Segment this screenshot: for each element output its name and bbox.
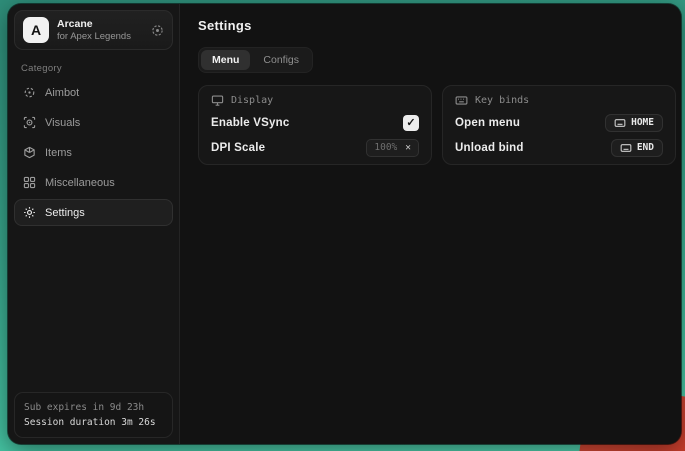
sidebar-item-label: Miscellaneous xyxy=(45,177,115,189)
app-window: A Arcane for Apex Legends Category Aimbo… xyxy=(8,4,681,444)
clear-icon[interactable]: ✕ xyxy=(405,142,411,153)
app-header-card: A Arcane for Apex Legends xyxy=(14,10,173,50)
sidebar: A Arcane for Apex Legends Category Aimbo… xyxy=(8,4,180,444)
vsync-label: Enable VSync xyxy=(211,117,289,129)
display-card-title: Display xyxy=(231,95,273,106)
grid-icon xyxy=(23,176,36,189)
crosshair-icon xyxy=(23,86,36,99)
dpi-scale-value: 100% xyxy=(374,142,397,153)
vsync-checkbox[interactable]: ✓ xyxy=(403,115,419,131)
open-menu-row: Open menu HOME xyxy=(455,113,663,132)
dpi-row: DPI Scale 100% ✕ xyxy=(211,138,419,157)
display-card-header: Display xyxy=(211,94,419,107)
app-logo: A xyxy=(23,17,49,43)
tab-menu[interactable]: Menu xyxy=(201,50,250,70)
crosshair-circle-icon[interactable] xyxy=(151,24,164,37)
tab-configs[interactable]: Configs xyxy=(252,50,310,70)
sub-expiry-text: Sub expires in 9d 23h xyxy=(24,400,163,415)
sidebar-item-label: Aimbot xyxy=(45,87,79,99)
keyboard-icon xyxy=(455,94,468,107)
app-title: Arcane xyxy=(57,18,131,31)
session-duration-text: Session duration 3m 26s xyxy=(24,415,163,430)
vsync-row: Enable VSync ✓ xyxy=(211,113,419,132)
sidebar-item-settings[interactable]: Settings xyxy=(14,199,173,226)
cube-icon xyxy=(23,146,36,159)
keybinds-card-title: Key binds xyxy=(475,95,529,106)
gear-icon xyxy=(23,206,36,219)
dpi-label: DPI Scale xyxy=(211,142,265,154)
keyboard-icon xyxy=(614,118,626,128)
unload-bind-value: END xyxy=(637,142,654,153)
sidebar-item-label: Settings xyxy=(45,207,85,219)
sidebar-item-miscellaneous[interactable]: Miscellaneous xyxy=(14,169,173,196)
category-nav: Aimbot Visuals Items xyxy=(14,79,173,226)
page-title: Settings xyxy=(198,18,676,33)
monitor-icon xyxy=(211,94,224,107)
display-card: Display Enable VSync ✓ DPI Scale 100% ✕ xyxy=(198,85,432,165)
dpi-scale-input[interactable]: 100% ✕ xyxy=(366,139,419,157)
app-subtitle: for Apex Legends xyxy=(57,31,131,43)
sidebar-item-items[interactable]: Items xyxy=(14,139,173,166)
sidebar-item-label: Visuals xyxy=(45,117,80,129)
keybinds-card: Key binds Open menu HOME Unload bind xyxy=(442,85,676,165)
keybinds-card-header: Key binds xyxy=(455,94,663,107)
scan-eye-icon xyxy=(23,116,36,129)
unload-bind-label: Unload bind xyxy=(455,142,524,154)
unload-bind-button[interactable]: END xyxy=(611,139,663,157)
open-menu-label: Open menu xyxy=(455,117,520,129)
settings-tabbar: Menu Configs xyxy=(198,47,313,73)
main-content: Settings Menu Configs Display Enable VSy… xyxy=(180,4,681,444)
sidebar-item-label: Items xyxy=(45,147,72,159)
app-names: Arcane for Apex Legends xyxy=(57,18,131,43)
open-menu-bind-value: HOME xyxy=(631,117,654,128)
unload-bind-row: Unload bind END xyxy=(455,138,663,157)
sidebar-item-aimbot[interactable]: Aimbot xyxy=(14,79,173,106)
keyboard-icon xyxy=(620,143,632,153)
open-menu-bind-button[interactable]: HOME xyxy=(605,114,663,132)
subscription-card: Sub expires in 9d 23h Session duration 3… xyxy=(14,392,173,438)
sidebar-spacer xyxy=(14,226,173,392)
category-label: Category xyxy=(21,63,166,74)
settings-cards: Display Enable VSync ✓ DPI Scale 100% ✕ xyxy=(198,85,676,165)
sidebar-item-visuals[interactable]: Visuals xyxy=(14,109,173,136)
